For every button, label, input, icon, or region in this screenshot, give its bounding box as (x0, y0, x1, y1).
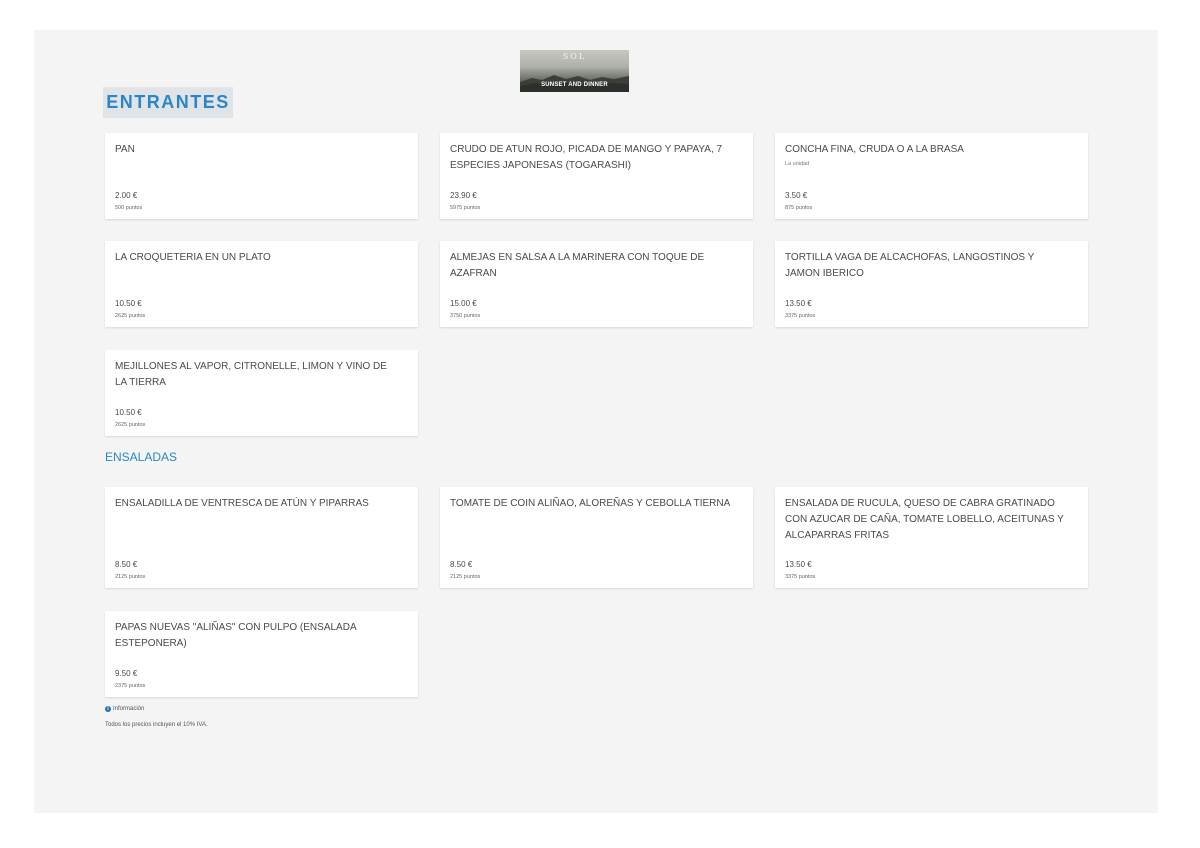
section-title-ensaladas: ENSALADAS (105, 450, 178, 464)
menu-item-card[interactable]: CRUDO DE ATUN ROJO, PICADA DE MANGO Y PA… (440, 133, 753, 219)
menu-item-price: 2.00 € (115, 191, 138, 200)
menu-item-name: MEJILLONES AL VAPOR, CITRONELLE, LIMON Y… (115, 361, 387, 388)
menu-item-points: 3375 puntos (785, 313, 816, 319)
menu-item-card[interactable]: LA CROQUETERIA EN UN PLATO 10.50 € 2625 … (105, 241, 418, 327)
menu-item-name: CRUDO DE ATUN ROJO, PICADA DE MANGO Y PA… (450, 144, 723, 171)
menu-item-price: 3.50 € (785, 191, 808, 200)
menu-item-points: 875 puntos (785, 205, 813, 211)
section-title-entrantes: ENTRANTES (103, 87, 233, 118)
menu-item-name: LA CROQUETERIA EN UN PLATO (115, 252, 271, 263)
menu-item-price: 10.50 € (115, 408, 142, 417)
information-label: Información (113, 706, 145, 712)
menu-item-name: PAPAS NUEVAS "ALIÑAS" CON PULPO (ENSALAD… (115, 622, 357, 649)
menu-item-points: 2625 puntos (115, 422, 146, 428)
menu-item-price: 9.50 € (115, 669, 138, 678)
vat-note: Todos los precios incluyen el 10% IVA. (105, 722, 208, 728)
menu-item-name: ALMEJAS EN SALSA A LA MARINERA CON TOQUE… (450, 252, 705, 279)
menu-item-points: 2375 puntos (115, 683, 146, 689)
logo-hills-graphic (520, 75, 629, 92)
menu-item-card[interactable]: MEJILLONES AL VAPOR, CITRONELLE, LIMON Y… (105, 350, 418, 436)
menu-item-points: 2125 puntos (450, 574, 481, 580)
menu-item-points: 5975 puntos (450, 205, 481, 211)
menu-item-points: 3375 puntos (785, 574, 816, 580)
menu-item-card[interactable]: ALMEJAS EN SALSA A LA MARINERA CON TOQUE… (440, 241, 753, 327)
menu-item-price: 10.50 € (115, 299, 142, 308)
menu-item-card[interactable]: TORTILLA VAGA DE ALCACHOFAS, LANGOSTINOS… (775, 241, 1088, 327)
menu-item-price: 8.50 € (450, 560, 473, 569)
menu-item-price: 23.90 € (450, 191, 477, 200)
menu-item-name: CONCHA FINA, CRUDA O A LA BRASA (785, 144, 964, 155)
logo-bottom-text: SUNSET AND DINNER (541, 82, 608, 88)
menu-item-card[interactable]: ENSALADILLA DE VENTRESCA DE ATÚN Y PIPAR… (105, 487, 418, 588)
menu-item-price: 13.50 € (785, 560, 812, 569)
menu-item-name: TORTILLA VAGA DE ALCACHOFAS, LANGOSTINOS… (785, 252, 1035, 279)
logo-top-text: SOL (562, 52, 587, 61)
information-link[interactable]: i Información (105, 706, 144, 712)
menu-item-name: TOMATE DE COIN ALIÑAO, ALOREÑAS Y CEBOLL… (450, 498, 731, 509)
menu-item-name: ENSALADILLA DE VENTRESCA DE ATÚN Y PIPAR… (115, 498, 369, 509)
menu-item-name: ENSALADA DE RUCULA, QUESO DE CABRA GRATI… (785, 498, 1064, 541)
menu-item-card[interactable]: PAPAS NUEVAS "ALIÑAS" CON PULPO (ENSALAD… (105, 611, 418, 697)
menu-item-price: 13.50 € (785, 299, 812, 308)
menu-item-name: PAN (115, 144, 135, 155)
menu-item-points: 3750 puntos (450, 313, 481, 319)
menu-item-points: 2625 puntos (115, 313, 146, 319)
menu-item-points: 2125 puntos (115, 574, 146, 580)
menu-item-card[interactable]: ENSALADA DE RUCULA, QUESO DE CABRA GRATI… (775, 487, 1088, 588)
menu-item-price: 15.00 € (450, 299, 477, 308)
menu-item-card[interactable]: TOMATE DE COIN ALIÑAO, ALOREÑAS Y CEBOLL… (440, 487, 753, 588)
menu-item-points: 500 puntos (115, 205, 143, 211)
menu-item-price: 8.50 € (115, 560, 138, 569)
menu-item-card[interactable]: PAN 2.00 € 500 puntos (105, 133, 418, 219)
info-icon: i (105, 706, 111, 712)
menu-item-card[interactable]: CONCHA FINA, CRUDA O A LA BRASA La unida… (775, 133, 1088, 219)
restaurant-logo: SOL SUNSET AND DINNER (520, 50, 629, 92)
menu-item-description: La unidad (785, 161, 810, 167)
